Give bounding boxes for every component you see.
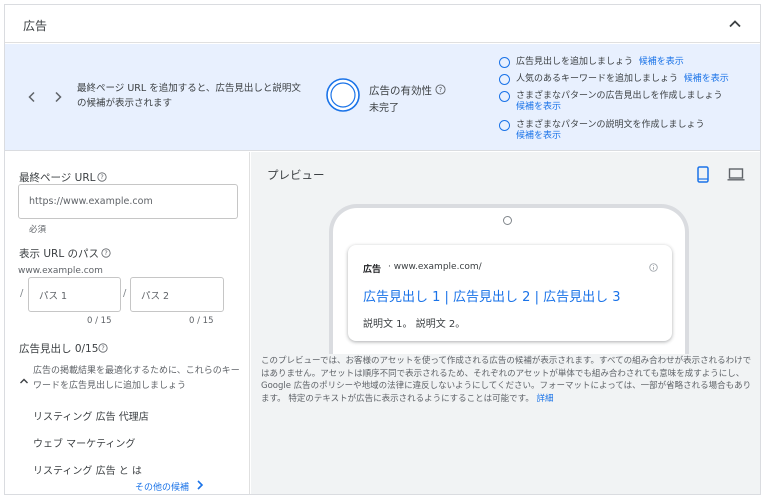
more-suggestions-link[interactable]: その他の候補	[135, 480, 189, 493]
radio-icon[interactable]	[499, 74, 510, 85]
path1-placeholder: パス 1	[39, 290, 68, 302]
suggestion-link[interactable]: 候補を表示	[639, 57, 684, 67]
path1-counter: 0 / 15	[87, 316, 112, 326]
svg-text:?: ?	[439, 86, 443, 94]
final-url-input[interactable]: https://www.example.com	[18, 184, 238, 219]
path-separator: /	[20, 288, 24, 299]
suggestion-link[interactable]: 候補を表示	[516, 131, 561, 141]
ad-headline: 広告見出し 1 | 広告見出し 2 | 広告見出し 3	[363, 290, 621, 305]
suggestion-link[interactable]: 候補を表示	[516, 102, 561, 112]
details-link[interactable]: 詳細	[537, 394, 554, 404]
display-path-label: 表示 URL のパス	[19, 248, 100, 260]
camera-dot	[503, 216, 512, 225]
ad-strength-ring-icon	[326, 78, 360, 112]
radio-icon[interactable]	[499, 120, 510, 131]
preview-disclaimer: このプレビューでは、お客様のアセットを使って作成される広告の候補が表示されます。…	[261, 355, 755, 405]
radio-icon[interactable]	[499, 91, 510, 102]
ad-strength-banner: 最終ページ URL を追加すると、広告見出しと説明文の候補が表示されます 広告の…	[5, 44, 760, 151]
path2-placeholder: パス 2	[141, 290, 170, 302]
ad-form: 最終ページ URL ? https://www.example.com 必須 表…	[5, 152, 250, 494]
info-icon[interactable]	[649, 263, 658, 272]
ads-editor-panel: 広告 最終ページ URL を追加すると、広告見出しと説明文の候補が表示されます …	[4, 4, 761, 495]
ad-strength-title: 広告の有効性	[369, 85, 432, 97]
mobile-device-icon[interactable]	[697, 166, 709, 183]
final-url-placeholder: https://www.example.com	[29, 196, 153, 207]
path-separator: /	[123, 288, 127, 299]
headline-hint: 広告の掲載結果を最適化するために、これらのキーワードを広告見出しに追加しましょう	[33, 366, 240, 391]
disclaimer-text: このプレビューでは、お客様のアセットを使って作成される広告の候補が表示されます。…	[261, 356, 752, 404]
phone-mockup: 広告 · www.example.com/ 広告見出し 1 | 広告見出し 2 …	[329, 204, 689, 354]
required-label: 必須	[29, 225, 47, 235]
chevron-up-icon[interactable]	[19, 376, 29, 386]
ad-description: 説明文 1。 説明文 2。	[363, 319, 466, 330]
chevron-right-icon[interactable]	[51, 90, 65, 104]
svg-text:?: ?	[100, 174, 103, 181]
suggestion-text: さまざまなパターンの広告見出しを作成しましょう	[516, 91, 723, 101]
preview-panel: プレビュー 広告 · www.example.com/ 広告見出し 1 | 広告…	[251, 152, 760, 494]
ad-display-url: · www.example.com/	[388, 262, 482, 272]
suggestion-text: 広告見出しを追加しましょう	[516, 57, 634, 67]
banner-description: 最終ページ URL を追加すると、広告見出しと説明文の候補が表示されます	[77, 83, 301, 109]
desktop-device-icon[interactable]	[727, 168, 745, 181]
suggestion-text: 人気のあるキーワードを追加しましょう	[516, 74, 679, 84]
help-icon[interactable]: ?	[98, 343, 108, 353]
path2-counter: 0 / 15	[189, 316, 214, 326]
ad-label: 広告	[363, 265, 382, 275]
svg-text:?: ?	[101, 345, 104, 352]
final-url-label: 最終ページ URL	[19, 172, 96, 184]
suggestion-link[interactable]: 候補を表示	[684, 74, 729, 84]
path1-input[interactable]: パス 1	[28, 277, 121, 312]
help-icon[interactable]: ?	[101, 248, 111, 258]
section-header[interactable]: 広告	[5, 5, 760, 43]
svg-text:?: ?	[104, 250, 107, 257]
path2-input[interactable]: パス 2	[130, 277, 224, 312]
chevron-up-icon[interactable]	[726, 15, 744, 33]
keyword-suggestion[interactable]: リスティング 広告 と は	[33, 462, 142, 477]
keyword-suggestion[interactable]: ウェブ マーケティング	[33, 435, 135, 450]
keyword-suggestion[interactable]: リスティング 広告 代理店	[33, 408, 149, 423]
chevron-right-icon[interactable]	[195, 479, 205, 491]
suggestion-text: さまざまなパターンの説明文を作成しましょう	[516, 120, 705, 130]
help-icon[interactable]: ?	[435, 84, 446, 95]
ad-strength-status: 未完了	[369, 103, 399, 114]
chevron-left-icon[interactable]	[25, 90, 39, 104]
help-icon[interactable]: ?	[97, 172, 107, 182]
preview-title: プレビュー	[267, 168, 325, 182]
radio-icon[interactable]	[499, 57, 510, 68]
headlines-label: 広告見出し 0/15	[19, 343, 99, 355]
display-domain: www.example.com	[18, 266, 103, 276]
ad-preview-card: 広告 · www.example.com/ 広告見出し 1 | 広告見出し 2 …	[348, 245, 672, 341]
section-title: 広告	[23, 19, 48, 33]
